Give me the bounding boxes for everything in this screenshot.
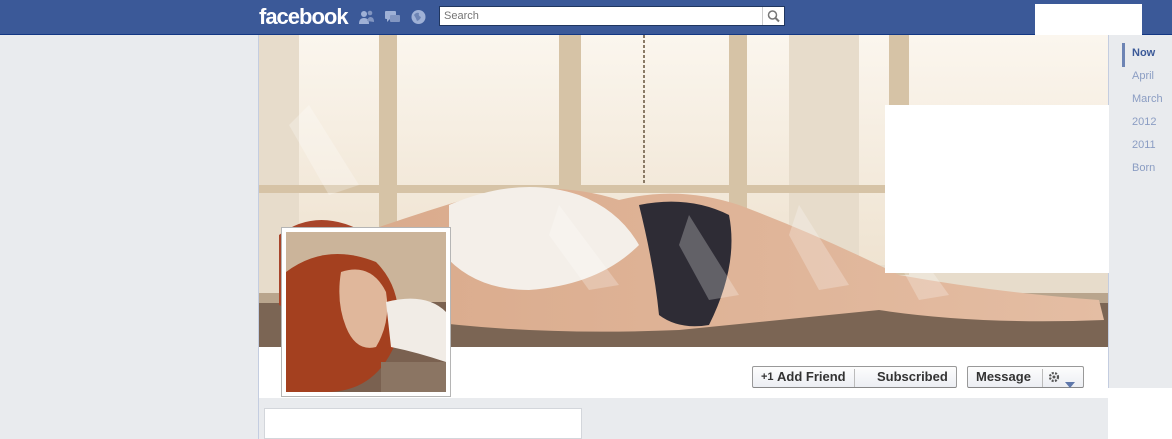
search-box[interactable] [439, 6, 785, 26]
message-actions: Message [967, 366, 1084, 390]
chevron-down-icon[interactable] [1065, 374, 1075, 394]
timeline-item-2011[interactable]: 2011 [1132, 137, 1156, 153]
messages-icon[interactable] [384, 9, 401, 25]
redacted-area-top [1035, 4, 1142, 35]
button-divider [854, 369, 855, 387]
add-friend-button[interactable]: Add Friend [777, 367, 846, 387]
timeline-item-now[interactable]: Now [1132, 45, 1155, 61]
redacted-area-cover [885, 105, 1116, 273]
add-friend-prefix: +1 [761, 371, 774, 383]
profile-picture[interactable] [281, 227, 451, 397]
friend-requests-icon[interactable] [358, 9, 375, 25]
top-navigation-bar: facebook [0, 0, 1172, 35]
facebook-logo[interactable]: facebook [259, 4, 349, 30]
redacted-area-bottom-right [1108, 388, 1172, 439]
search-icon [767, 10, 780, 23]
timeline-active-marker [1122, 43, 1125, 67]
timeline-item-2012[interactable]: 2012 [1132, 114, 1156, 130]
message-button[interactable]: Message [976, 367, 1031, 387]
timeline-nav: Now April March 2012 2011 Born [1109, 35, 1172, 388]
search-button[interactable] [762, 7, 784, 25]
timeline-item-born[interactable]: Born [1132, 160, 1155, 176]
search-input[interactable] [442, 8, 764, 24]
timeline-item-april[interactable]: April [1132, 68, 1154, 84]
about-box [264, 408, 582, 439]
subscribed-button[interactable]: Subscribed [877, 367, 948, 387]
gear-icon[interactable] [1047, 370, 1061, 390]
timeline-item-march[interactable]: March [1132, 91, 1163, 107]
notifications-icon[interactable] [410, 9, 427, 25]
add-friend-subscribe-group: +1 Add Friend Subscribed [752, 366, 957, 388]
button-divider [1042, 369, 1043, 387]
friend-actions: +1 Add Friend Subscribed [752, 366, 957, 390]
message-settings-group: Message [967, 366, 1084, 388]
